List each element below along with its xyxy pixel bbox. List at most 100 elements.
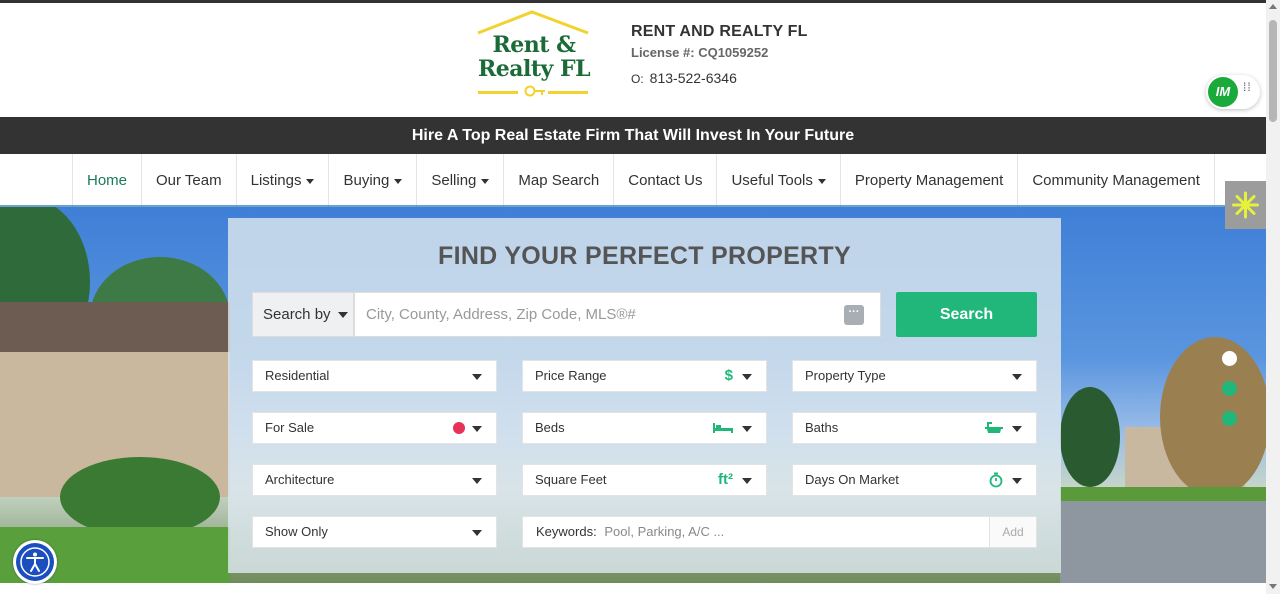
nav-label: Useful Tools (731, 172, 813, 189)
accessibility-icon (16, 543, 54, 581)
logo-wordmark: Rent & Realty FL (476, 33, 592, 81)
sparkle-icon (1232, 191, 1259, 219)
field-label: Days On Market (805, 472, 899, 487)
nav-item-property-management[interactable]: Property Management (841, 154, 1019, 207)
nav-item-listings[interactable]: Listings (237, 154, 330, 207)
field-label: Square Feet (535, 472, 607, 487)
hero-banner: FIND YOUR PERFECT PROPERTY Search by Cit… (0, 207, 1266, 583)
background-road (1060, 497, 1266, 583)
caret-down-icon (1012, 374, 1022, 380)
for-sale-dropdown[interactable]: For Sale (252, 412, 497, 444)
field-label: Residential (265, 368, 330, 383)
background-tree (1160, 337, 1266, 497)
nav-label: Community Management (1032, 172, 1200, 189)
license-number: License #: CQ1059252 (631, 45, 769, 60)
field-label: Price Range (535, 368, 607, 383)
nav-label: Contact Us (628, 172, 703, 189)
search-by-dropdown[interactable]: Search by (252, 292, 354, 337)
caret-down-icon (472, 478, 482, 484)
caret-down-icon (742, 426, 752, 432)
caret-down-icon (481, 178, 490, 184)
caret-down-icon (742, 374, 752, 380)
property-search-panel: FIND YOUR PERFECT PROPERTY Search by Cit… (228, 218, 1061, 573)
drag-handle-icon[interactable]: ⁞⁞ (1243, 81, 1252, 93)
nav-item-selling[interactable]: Selling (417, 154, 505, 207)
field-label: Beds (535, 420, 565, 435)
nav-item-contact-us[interactable]: Contact Us (614, 154, 718, 207)
background-tree (1060, 387, 1120, 487)
company-logo[interactable]: Rent & Realty FL (474, 9, 594, 99)
im-logo-icon: IM (1208, 77, 1238, 107)
bathtub-icon (985, 413, 1003, 443)
show-only-dropdown[interactable]: Show Only (252, 516, 497, 548)
property-type-dropdown[interactable]: Property Type (792, 360, 1037, 392)
nav-item-community-management[interactable]: Community Management (1018, 154, 1215, 207)
company-name: RENT AND REALTY FL (631, 23, 808, 40)
square-feet-dropdown[interactable]: Square Feet ft² (522, 464, 767, 496)
scroll-thumb[interactable] (1269, 20, 1277, 122)
beds-dropdown[interactable]: Beds (522, 412, 767, 444)
nav-item-home[interactable]: Home (73, 154, 143, 207)
slide-dot-2[interactable] (1222, 381, 1237, 396)
nav-item-our-team[interactable]: Our Team (142, 154, 237, 207)
background-shrub (60, 457, 220, 537)
field-label: Property Type (805, 368, 886, 383)
keywords-field[interactable]: Keywords: Pool, Parking, A/C ... Add (522, 516, 1037, 548)
search-panel-title: FIND YOUR PERFECT PROPERTY (438, 242, 851, 270)
dollar-icon: $ (724, 367, 733, 384)
im-widget-badge[interactable]: IM ⁞⁞ (1206, 75, 1260, 109)
stopwatch-icon (989, 465, 1003, 495)
square-feet-icon: ft² (718, 471, 733, 488)
nav-label: Buying (343, 172, 390, 189)
status-dot-icon (453, 422, 465, 434)
residential-dropdown[interactable]: Residential (252, 360, 497, 392)
search-by-label: Search by (263, 306, 331, 323)
bed-icon (713, 413, 733, 443)
scroll-up-icon[interactable] (1269, 4, 1277, 9)
page-scrollbar[interactable] (1266, 0, 1280, 594)
scroll-down-icon[interactable] (1269, 584, 1277, 589)
caret-down-icon (337, 312, 348, 319)
side-widget-button[interactable] (1225, 181, 1266, 229)
keyboard-icon[interactable]: ··· (844, 305, 864, 325)
search-input[interactable]: City, County, Address, Zip Code, MLS®# ·… (354, 292, 881, 337)
logo-underline-left (478, 91, 518, 94)
accessibility-button[interactable] (13, 540, 57, 584)
office-phone[interactable]: O: 813-522-6346 (631, 70, 808, 86)
phone-number[interactable]: 813-522-6346 (650, 70, 737, 86)
caret-down-icon (394, 178, 403, 184)
slide-dot-3[interactable] (1222, 411, 1237, 426)
caret-down-icon (472, 530, 482, 536)
tagline-bar: Hire A Top Real Estate Firm That Will In… (0, 117, 1266, 154)
phone-label: O: (631, 72, 644, 86)
caret-down-icon (306, 178, 315, 184)
main-nav: Home Our Team Listings Buying Selling Ma… (0, 154, 1266, 207)
nav-label: Property Management (854, 172, 1004, 189)
logo-underline-right (548, 91, 588, 94)
field-label: For Sale (265, 420, 315, 435)
field-label: Baths (805, 420, 839, 435)
site-header: Rent & Realty FL RENT AND REALTY FL Lice… (0, 3, 1266, 117)
nav-label: Selling (431, 172, 477, 189)
keywords-label: Keywords: (536, 524, 597, 539)
baths-dropdown[interactable]: Baths (792, 412, 1037, 444)
search-button[interactable]: Search (896, 292, 1037, 337)
add-keyword-button[interactable]: Add (989, 517, 1036, 547)
nav-label: Home (87, 172, 128, 189)
caret-down-icon (472, 426, 482, 432)
nav-item-buying[interactable]: Buying (329, 154, 418, 207)
nav-item-useful-tools[interactable]: Useful Tools (717, 154, 841, 207)
nav-label: Listings (250, 172, 302, 189)
logo-line-1: Rent & (492, 32, 576, 58)
nav-item-map-search[interactable]: Map Search (504, 154, 615, 207)
slide-dot-1[interactable] (1222, 351, 1237, 366)
days-on-market-dropdown[interactable]: Days On Market (792, 464, 1037, 496)
caret-down-icon (1012, 478, 1022, 484)
architecture-dropdown[interactable]: Architecture (252, 464, 497, 496)
nav-label: Map Search (518, 172, 600, 189)
background-lawn (1060, 487, 1266, 501)
company-info: RENT AND REALTY FL License #: CQ1059252 … (631, 23, 808, 86)
price-range-dropdown[interactable]: Price Range $ (522, 360, 767, 392)
logo-line-2: Realty FL (477, 56, 591, 82)
field-label: Show Only (265, 524, 328, 539)
